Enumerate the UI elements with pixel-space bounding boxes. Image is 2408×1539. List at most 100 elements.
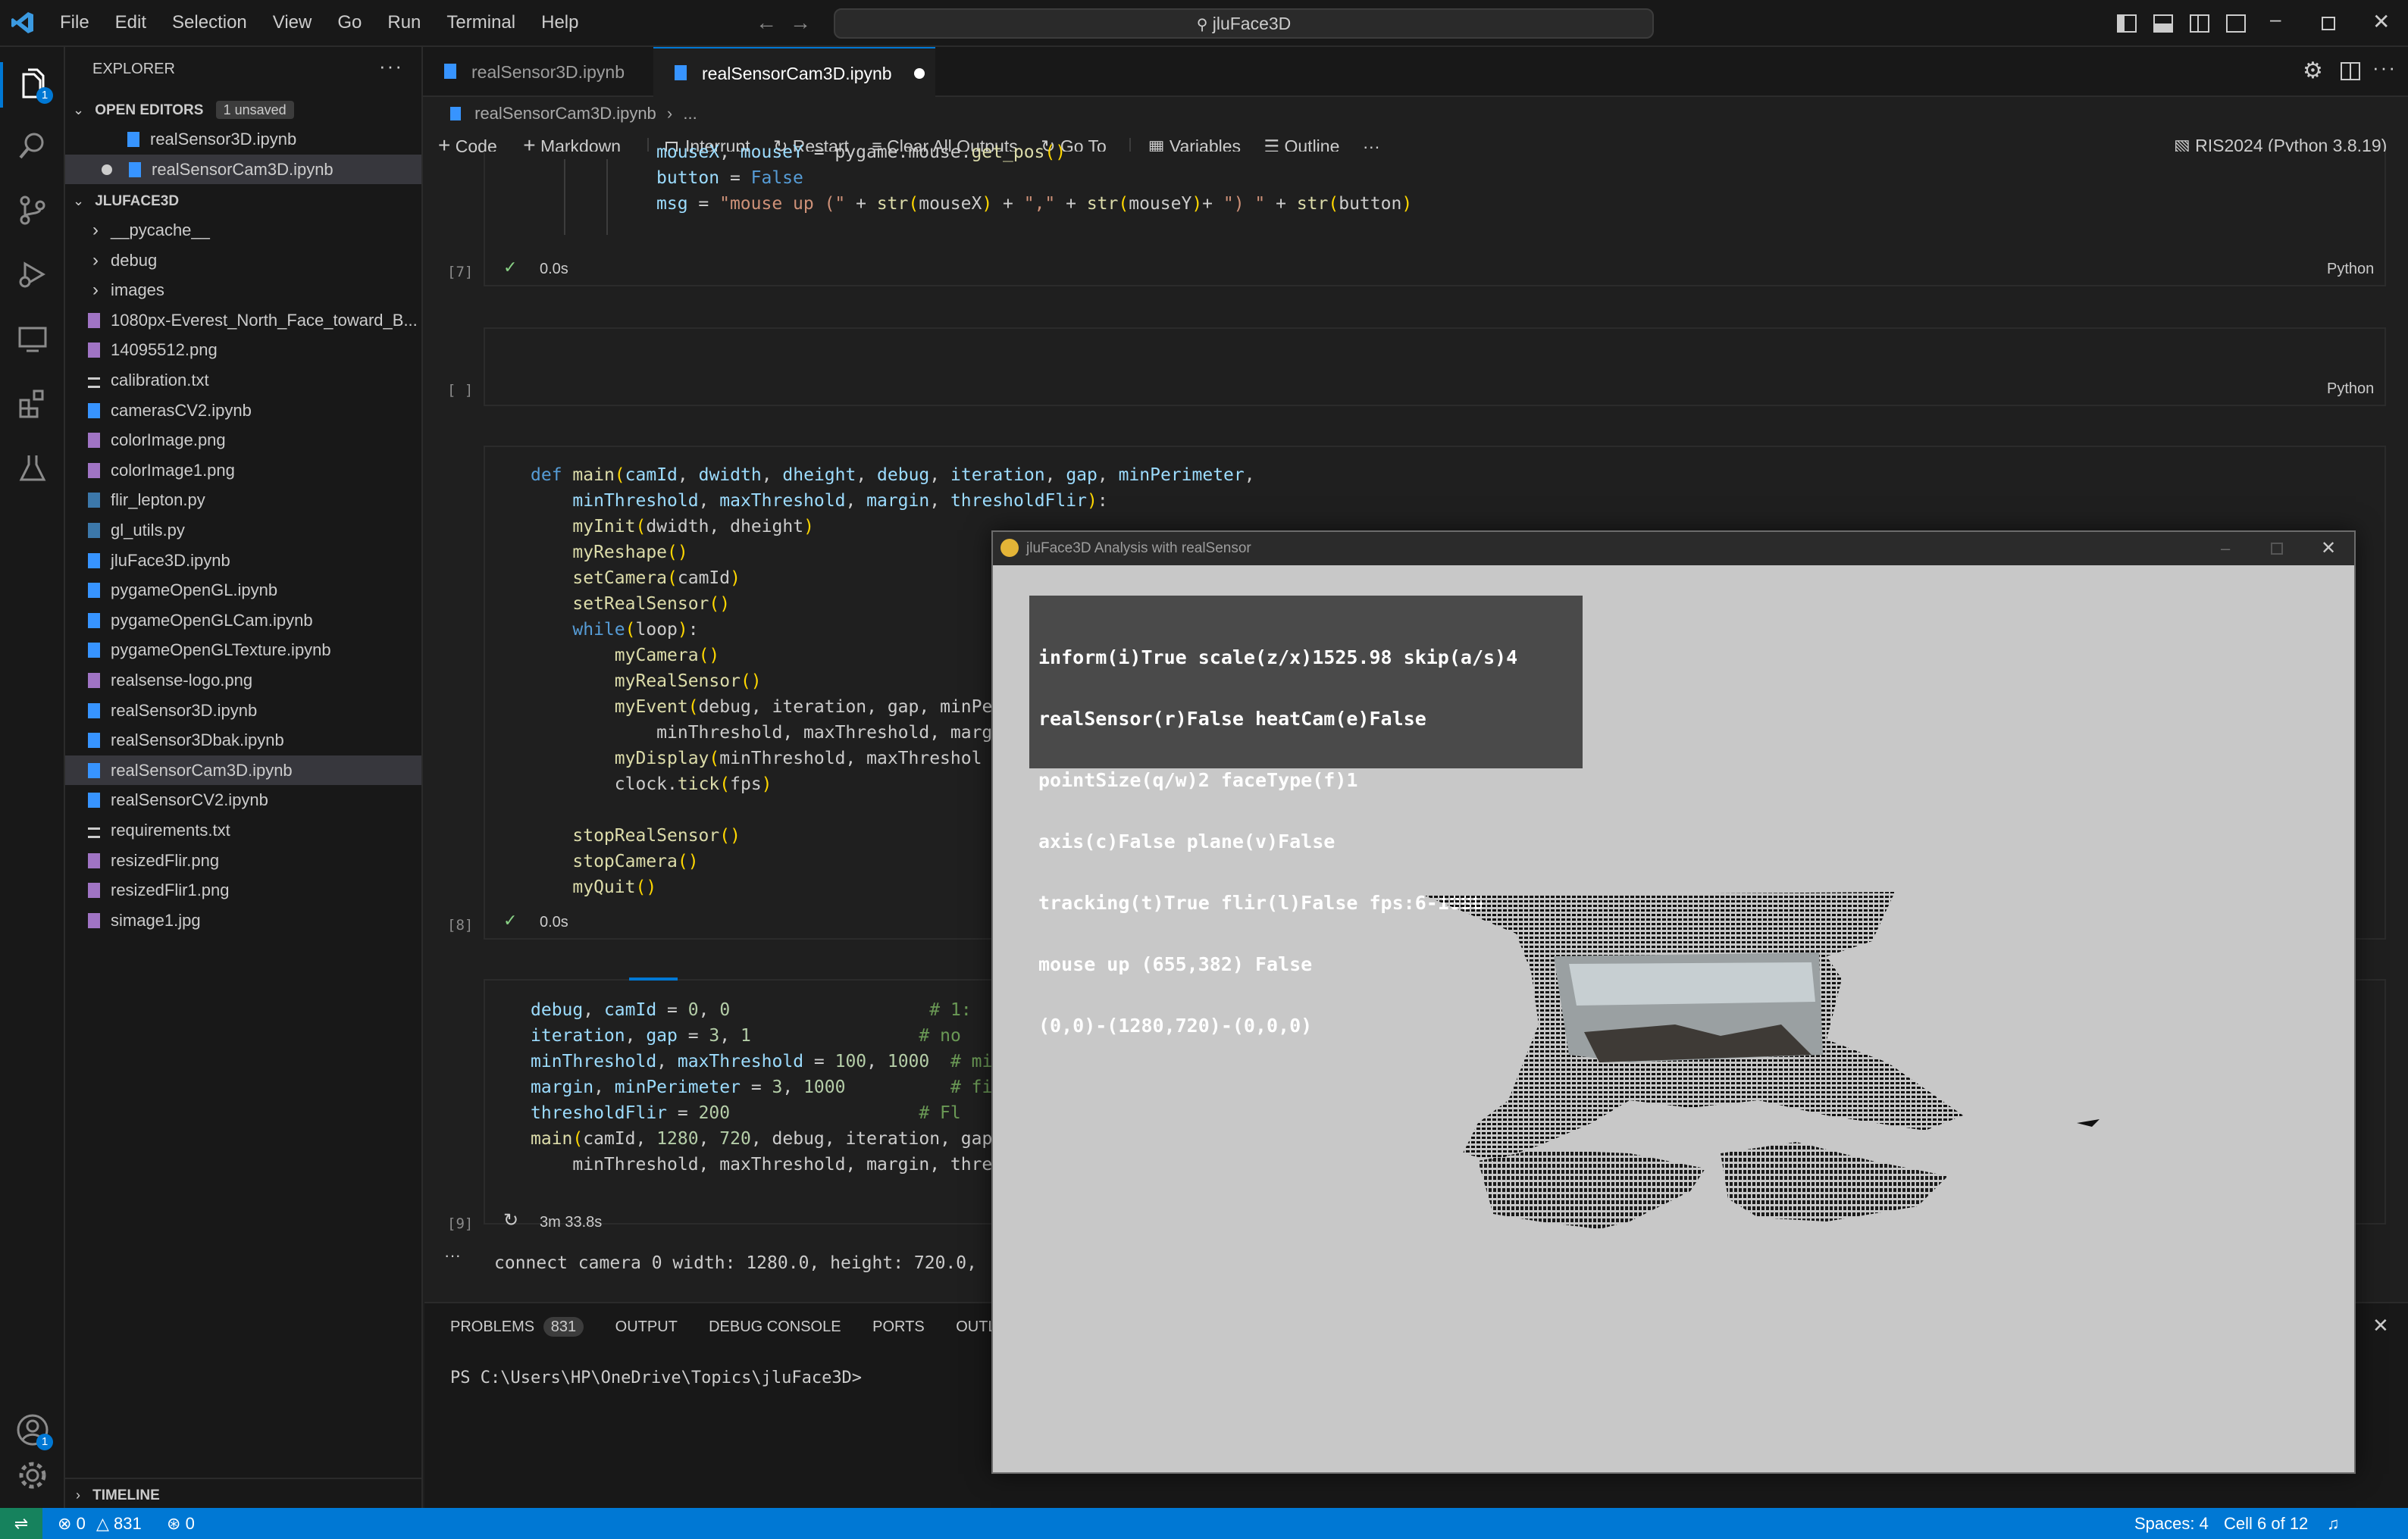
code-cell-7[interactable]: mouseX, mouseY = pygame.mouse.get_pos() …: [484, 142, 2386, 286]
unsaved-dot-icon: [102, 164, 112, 175]
folder-item[interactable]: › __pycache__: [65, 215, 421, 245]
open-editor-item-active[interactable]: realSensorCam3D.ipynb: [65, 155, 421, 184]
tab-problems[interactable]: PROBLEMS 831: [450, 1317, 584, 1337]
minimize-icon[interactable]: –: [2270, 8, 2281, 31]
file-item[interactable]: jluFace3D.ipynb: [65, 546, 421, 575]
output-more-icon[interactable]: ···: [444, 1246, 461, 1265]
toggle-primary-sidebar-icon[interactable]: [2117, 14, 2137, 33]
code-cell-empty[interactable]: [484, 327, 2386, 406]
toggle-panel-icon[interactable]: [2153, 14, 2173, 33]
menu-file[interactable]: File: [47, 0, 102, 46]
toggle-secondary-sidebar-icon[interactable]: [2190, 14, 2209, 33]
remote-icon[interactable]: ⇌: [0, 1508, 42, 1539]
cell-position-status[interactable]: Cell 6 of 12: [2224, 1508, 2308, 1539]
file-item[interactable]: 14095512.png: [65, 335, 421, 364]
pg-close-icon[interactable]: ✕: [2321, 532, 2336, 565]
file-item[interactable]: flir_lepton.py: [65, 485, 421, 515]
cell-8-exec-count: [8]: [447, 917, 474, 934]
file-item[interactable]: 1080px-Everest_North_Face_toward_B...: [65, 305, 421, 335]
menu-run[interactable]: Run: [374, 0, 434, 46]
remote-explorer-icon[interactable]: [14, 320, 52, 358]
cell-empty-language[interactable]: Python: [2327, 380, 2374, 398]
customize-layout-icon[interactable]: [2226, 14, 2246, 33]
image-file-icon: [88, 912, 100, 928]
file-item[interactable]: pygameOpenGLCam.ipynb: [65, 605, 421, 635]
open-editor-item[interactable]: realSensor3D.ipynb: [65, 124, 421, 154]
pg-minimize-icon[interactable]: –: [2221, 532, 2230, 565]
file-item[interactable]: realSensor3Dbak.ipynb: [65, 725, 421, 755]
file-item[interactable]: simage1.jpg: [65, 906, 421, 935]
menu-view[interactable]: View: [260, 0, 325, 46]
terminal-prompt[interactable]: PS C:\Users\HP\OneDrive\Topics\jluFace3D…: [450, 1369, 862, 1387]
bell-icon[interactable]: ♫: [2327, 1508, 2340, 1539]
menu-go[interactable]: Go: [324, 0, 374, 46]
cell-7-language[interactable]: Python: [2327, 261, 2374, 278]
unsaved-dot-icon[interactable]: [914, 68, 925, 79]
close-window-icon[interactable]: ✕: [2372, 9, 2390, 34]
close-panel-icon[interactable]: ✕: [2372, 1314, 2389, 1337]
back-arrow-icon[interactable]: ←: [756, 11, 777, 35]
open-editor-name: realSensor3D.ipynb: [150, 130, 297, 149]
forward-arrow-icon[interactable]: →: [790, 11, 811, 35]
menu-edit[interactable]: Edit: [102, 0, 159, 46]
more-actions-icon[interactable]: ···: [379, 55, 403, 78]
file-item[interactable]: pygameOpenGLTexture.ipynb: [65, 635, 421, 665]
ports-status[interactable]: ⊛ 0: [167, 1508, 195, 1539]
menu-help[interactable]: Help: [528, 0, 591, 46]
file-item[interactable]: calibration.txt: [65, 365, 421, 395]
file-item[interactable]: colorImage.png: [65, 425, 421, 455]
cell-9-code[interactable]: debug, camId = 0, 0 # 1: iteration, gap …: [531, 997, 992, 1178]
file-item[interactable]: requirements.txt: [65, 815, 421, 845]
file-item[interactable]: resizedFlir1.png: [65, 875, 421, 905]
source-control-icon[interactable]: [14, 191, 52, 229]
run-debug-icon[interactable]: [14, 255, 52, 293]
settings-gear-icon[interactable]: ⚙: [2303, 58, 2323, 84]
file-name: gl_utils.py: [111, 521, 185, 540]
file-item[interactable]: colorImage1.png: [65, 455, 421, 485]
problems-status[interactable]: ⊗ 0 △ 831: [58, 1508, 142, 1539]
gear-icon[interactable]: [14, 1456, 52, 1494]
command-center-search[interactable]: ⚲ jluFace3D: [834, 8, 1654, 39]
python-file-icon: [88, 493, 100, 508]
tab-debug-console[interactable]: DEBUG CONSOLE: [709, 1318, 841, 1335]
tab-realsensor3d[interactable]: realSensor3D.ipynb: [423, 47, 652, 97]
notebook-file-icon: [88, 643, 100, 658]
testing-flask-icon[interactable]: [14, 449, 52, 486]
folder-item[interactable]: › images: [65, 275, 421, 305]
folder-item[interactable]: › debug: [65, 246, 421, 275]
project-header[interactable]: ⌄ JLUFACE3D: [65, 185, 421, 214]
cell-7-exec-count: [7]: [447, 264, 474, 280]
indentation-status[interactable]: Spaces: 4: [2134, 1508, 2209, 1539]
split-editor-icon[interactable]: [2341, 62, 2360, 80]
tab-output[interactable]: OUTPUT: [615, 1318, 678, 1335]
tab-realsensorcam3d[interactable]: realSensorCam3D.ipynb: [653, 47, 935, 97]
file-item[interactable]: realSensor3D.ipynb: [65, 696, 421, 725]
explorer-icon[interactable]: 1: [14, 66, 53, 104]
file-item[interactable]: realSensorCV2.ipynb: [65, 785, 421, 815]
editor-more-icon[interactable]: ···: [2372, 56, 2397, 80]
file-item[interactable]: realsense-logo.png: [65, 665, 421, 695]
tab-ports[interactable]: PORTS: [872, 1318, 925, 1335]
file-item[interactable]: camerasCV2.ipynb: [65, 396, 421, 425]
search-icon[interactable]: [14, 127, 52, 164]
file-item[interactable]: gl_utils.py: [65, 515, 421, 545]
file-item[interactable]: resizedFlir.png: [65, 846, 421, 875]
open-editors-header[interactable]: ⌄ OPEN EDITORS 1 unsaved: [65, 94, 421, 124]
unsaved-badge: 1 unsaved: [215, 101, 294, 119]
notebook-file-icon: [88, 762, 100, 778]
menu-selection[interactable]: Selection: [159, 0, 260, 46]
extensions-icon[interactable]: [14, 384, 52, 422]
pygame-window[interactable]: jluFace3D Analysis with realSensor – ✕ i…: [991, 530, 2356, 1474]
timeline-header[interactable]: › TIMELINE: [65, 1478, 421, 1507]
breadcrumb-more[interactable]: ...: [683, 104, 697, 123]
menu-terminal[interactable]: Terminal: [434, 0, 528, 46]
accounts-icon[interactable]: 1: [14, 1411, 53, 1450]
image-file-icon: [88, 312, 100, 328]
file-item[interactable]: pygameOpenGL.ipynb: [65, 575, 421, 605]
cell-7-code[interactable]: mouseX, mouseY = pygame.mouse.get_pos() …: [656, 139, 1412, 217]
file-item[interactable]: realSensorCam3D.ipynb: [65, 755, 421, 785]
pygame-title-bar[interactable]: jluFace3D Analysis with realSensor – ✕: [993, 532, 2354, 565]
maximize-icon[interactable]: [2322, 17, 2335, 30]
pg-maximize-icon[interactable]: [2271, 543, 2283, 555]
breadcrumb-file[interactable]: realSensorCam3D.ipynb: [474, 104, 656, 123]
